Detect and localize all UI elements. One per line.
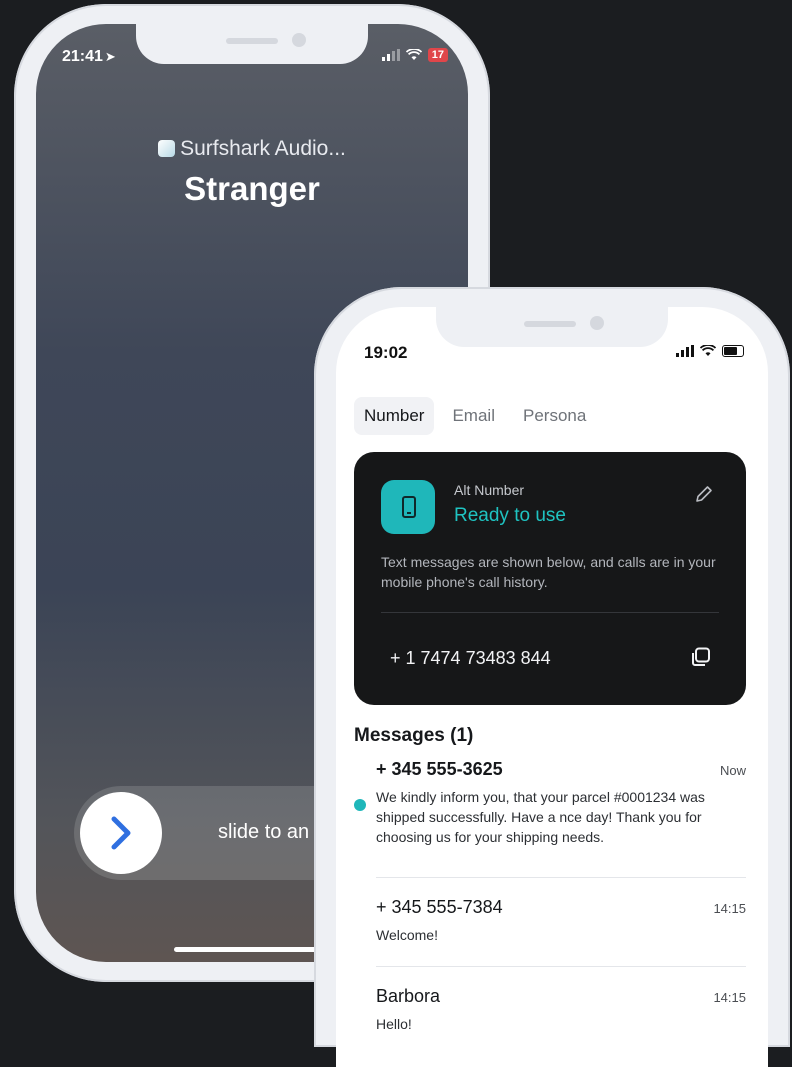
- alt-phone-number: + 1 7474 73483 844: [390, 648, 551, 668]
- card-status: Ready to use: [454, 505, 566, 526]
- caller-app-name: Surfshark Audio...: [180, 137, 346, 160]
- phone-icon: [381, 480, 435, 534]
- message-sender: + 345 555-7384: [376, 897, 503, 917]
- status-time: 19:02: [364, 343, 408, 362]
- copy-icon[interactable]: [690, 646, 712, 673]
- message-item[interactable]: + 345 555-3625 Now We kindly inform you,…: [354, 759, 746, 859]
- card-description: Text messages are shown below, and calls…: [381, 554, 716, 590]
- slide-text-dim: slid: [218, 821, 249, 843]
- message-item[interactable]: Barbora 14:15 Hello!: [354, 986, 746, 1042]
- wifi-icon: [405, 49, 422, 60]
- slide-text: slide to an: [218, 821, 309, 844]
- message-time: Now: [719, 763, 746, 778]
- message-sender: Barbora: [376, 986, 441, 1006]
- app-phone: 19:02 Number Email Persona Alt Number Re…: [314, 287, 790, 1067]
- message-item[interactable]: + 345 555-7384 14:15 Welcome!: [354, 897, 746, 953]
- front-camera: [292, 33, 306, 47]
- alt-number-card: Alt Number Ready to use Text messages ar…: [354, 452, 746, 705]
- front-camera: [590, 316, 604, 330]
- card-divider: [381, 612, 719, 613]
- message-time: 14:15: [713, 901, 746, 916]
- pencil-icon[interactable]: [694, 484, 714, 509]
- speaker-grille: [226, 38, 278, 44]
- slide-text-faded: e to an: [248, 821, 310, 843]
- unread-dot: [354, 799, 366, 811]
- status-time-text: 21:41: [62, 48, 103, 65]
- slide-knob[interactable]: [80, 792, 162, 874]
- tab-persona[interactable]: Persona: [513, 397, 596, 435]
- battery-level-badge: 17: [427, 48, 448, 62]
- home-indicator: [174, 947, 334, 952]
- messages-heading: Messages (1): [354, 725, 474, 746]
- signal-icon: [676, 345, 694, 357]
- message-body: Hello!: [376, 1016, 412, 1032]
- message-sender: + 345 555-3625: [376, 759, 503, 779]
- chevron-right-icon: [111, 816, 131, 850]
- surfshark-logo-icon: [158, 140, 176, 157]
- caller-app-label: Surfshark Audio...: [36, 137, 468, 161]
- signal-icon: [381, 49, 400, 61]
- card-label: Alt Number: [454, 482, 525, 498]
- battery-icon: [722, 345, 744, 357]
- status-icons: 17: [381, 48, 448, 62]
- status-time: 21:41 ➤: [62, 48, 116, 66]
- status-icons: [676, 345, 744, 357]
- tab-number[interactable]: Number: [354, 397, 435, 435]
- app-screen: 19:02 Number Email Persona Alt Number Re…: [336, 307, 768, 1067]
- message-body: We kindly inform you, that your parcel #…: [376, 789, 705, 845]
- wifi-icon: [700, 345, 716, 356]
- message-divider: [376, 877, 746, 878]
- speaker-grille: [524, 321, 576, 327]
- phone-notch: [436, 307, 668, 347]
- tab-email[interactable]: Email: [442, 397, 505, 435]
- caller-name: Stranger: [184, 170, 320, 207]
- message-time: 14:15: [713, 990, 746, 1005]
- message-divider: [376, 966, 746, 967]
- tab-bar: Number Email Persona: [354, 397, 596, 435]
- location-arrow-icon: ➤: [104, 49, 116, 64]
- message-body: Welcome!: [376, 927, 438, 943]
- phone-notch: [136, 24, 368, 64]
